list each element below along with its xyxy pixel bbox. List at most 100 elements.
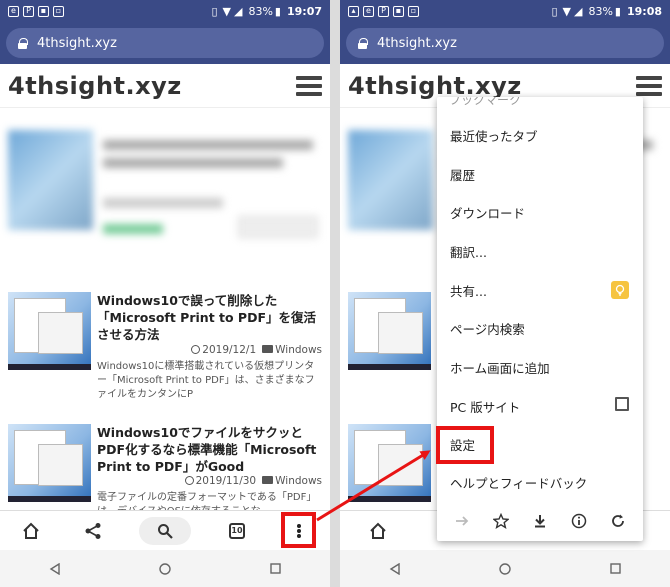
tabs-button[interactable]: 10 xyxy=(221,515,253,547)
lightbulb-icon[interactable] xyxy=(611,281,629,299)
share-button[interactable] xyxy=(77,515,109,547)
home-button[interactable] xyxy=(15,515,47,547)
desktop-site-checkbox[interactable] xyxy=(615,397,629,411)
menu-item-recent-tabs[interactable]: 最近使ったタブ xyxy=(437,116,643,154)
chip-icon: ▪ xyxy=(393,5,404,17)
menu-item-settings[interactable]: 設定 xyxy=(437,425,643,463)
recents-icon[interactable] xyxy=(610,563,621,574)
article-thumbnail[interactable] xyxy=(8,424,91,502)
menu-item-share[interactable]: 共有... xyxy=(437,271,643,309)
folder-icon xyxy=(262,476,274,484)
menu-item-bookmarks-truncated[interactable]: ブックマーク xyxy=(449,97,521,108)
android-nav-bar xyxy=(340,550,670,587)
article-excerpt: 電子ファイルの定番フォーマットである「PDF」は、デバイスやOSに依存することな xyxy=(97,492,317,511)
menu-item-downloads[interactable]: ダウンロード xyxy=(437,193,643,231)
menu-item-desktop-site[interactable]: PC 版サイト xyxy=(437,387,643,425)
article-meta: 2019/11/30 Windows xyxy=(97,475,322,487)
image-notification-icon: ▴ xyxy=(348,5,359,17)
battery-level: 83% xyxy=(588,4,613,18)
menu-item-label: ダウンロード xyxy=(450,205,526,221)
back-icon[interactable] xyxy=(49,562,61,575)
clock-icon xyxy=(191,345,201,354)
android-nav-bar xyxy=(0,550,330,587)
menu-item-find-in-page[interactable]: ページ内検索 xyxy=(437,309,643,347)
status-bar: ▴ e P ▪ ▫ ▯ ▼ ◢ 83% ▮ 19:08 xyxy=(340,0,670,22)
bookmark-star-icon[interactable] xyxy=(493,513,510,529)
app-notification-icon: P xyxy=(23,5,34,17)
search-button[interactable] xyxy=(139,516,191,545)
hamburger-menu-icon[interactable] xyxy=(296,75,322,96)
recents-icon[interactable] xyxy=(270,563,281,574)
clock: 19:08 xyxy=(626,4,662,18)
menu-button[interactable] xyxy=(283,515,315,547)
menu-item-label: 共有... xyxy=(450,283,487,299)
clipboard-icon: ▫ xyxy=(53,5,64,17)
article-date: 2019/11/30 xyxy=(195,475,257,487)
chip-icon: ▪ xyxy=(38,5,49,17)
article-meta: 2019/12/1 Windows xyxy=(97,344,322,356)
menu-item-label: ページ内検索 xyxy=(450,321,525,337)
info-icon[interactable] xyxy=(571,513,587,529)
article-thumbnail[interactable] xyxy=(8,292,91,370)
folder-icon xyxy=(262,345,274,353)
clipboard-icon: ▫ xyxy=(408,5,419,17)
battery-icon: ▮ xyxy=(274,4,281,18)
article-title[interactable]: Windows10でファイルをサクッとPDF化するなら標準機能「Microsof… xyxy=(97,424,322,475)
app-notification-icon: P xyxy=(378,5,389,17)
site-logo[interactable]: 4thsight.xyz xyxy=(348,72,522,100)
home-button[interactable] xyxy=(362,515,394,547)
article-thumbnail[interactable] xyxy=(348,292,431,370)
app-notification-icon: e xyxy=(8,5,19,17)
article-thumbnail[interactable] xyxy=(348,424,431,502)
menu-item-label: 翻訳... xyxy=(450,244,487,260)
kebab-menu-icon xyxy=(297,523,301,538)
browser-overflow-menu: ブックマーク 最近使ったタブ 履歴 ダウンロード 翻訳... 共有... ページ… xyxy=(437,97,643,541)
tab-count: 10 xyxy=(229,522,245,539)
url-bar[interactable]: 4thsight.xyz xyxy=(6,28,324,58)
forward-arrow-icon[interactable] xyxy=(454,513,470,529)
vibrate-icon: ▯ xyxy=(551,4,558,18)
vibrate-icon: ▯ xyxy=(211,4,218,18)
clock-icon xyxy=(184,476,194,485)
home-circle-icon[interactable] xyxy=(499,562,512,575)
url-bar[interactable]: 4thsight.xyz xyxy=(346,28,664,58)
share-icon xyxy=(85,522,101,539)
site-logo[interactable]: 4thsight.xyz xyxy=(8,72,182,100)
menu-item-label: ヘルプとフィードバック xyxy=(450,475,588,491)
clock: 19:07 xyxy=(286,4,322,18)
blurred-article-card xyxy=(8,120,322,250)
search-icon xyxy=(158,523,173,539)
browser-top-bar: 4thsight.xyz xyxy=(340,22,670,64)
site-header: 4thsight.xyz xyxy=(0,64,330,108)
lock-icon xyxy=(18,37,28,49)
signal-icon: ◢ xyxy=(574,4,583,18)
phone-before: e P ▪ ▫ ▯ ▼ ◢ 83% ▮ 19:07 4thsight.xyz 4… xyxy=(0,0,330,587)
article-date: 2019/12/1 xyxy=(202,344,257,356)
menu-item-label: 最近使ったタブ xyxy=(450,128,538,144)
menu-item-add-to-home[interactable]: ホーム画面に追加 xyxy=(437,348,643,386)
menu-item-help-feedback[interactable]: ヘルプとフィードバック xyxy=(437,463,643,501)
battery-level: 83% xyxy=(248,4,273,18)
menu-item-label: 設定 xyxy=(450,437,476,453)
home-icon xyxy=(370,522,386,539)
home-icon xyxy=(23,522,39,539)
status-bar: e P ▪ ▫ ▯ ▼ ◢ 83% ▮ 19:07 xyxy=(0,0,330,22)
refresh-icon[interactable] xyxy=(610,513,626,529)
browser-bottom-toolbar: 10 xyxy=(0,510,330,550)
article-category[interactable]: Windows xyxy=(275,344,322,356)
home-circle-icon[interactable] xyxy=(159,562,172,575)
url-text: 4thsight.xyz xyxy=(37,35,117,51)
back-icon[interactable] xyxy=(389,562,401,575)
battery-icon: ▮ xyxy=(614,4,621,18)
hamburger-menu-icon[interactable] xyxy=(636,75,662,96)
download-icon[interactable] xyxy=(532,513,548,529)
menu-item-translate[interactable]: 翻訳... xyxy=(437,232,643,270)
app-notification-icon: e xyxy=(363,5,374,17)
article-title[interactable]: Windows10で誤って削除した「Microsoft Print to PDF… xyxy=(97,292,322,343)
wifi-icon: ▼ xyxy=(562,4,571,18)
browser-top-bar: 4thsight.xyz xyxy=(0,22,330,64)
menu-item-history[interactable]: 履歴 xyxy=(437,155,643,193)
lock-icon xyxy=(358,37,368,49)
article-category[interactable]: Windows xyxy=(275,475,322,487)
url-text: 4thsight.xyz xyxy=(377,35,457,51)
